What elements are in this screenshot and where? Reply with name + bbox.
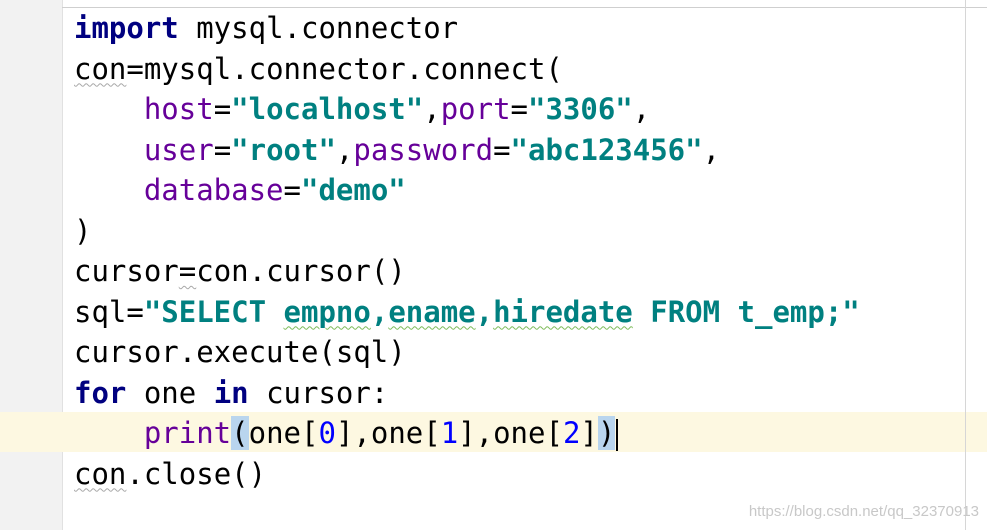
equals: = <box>283 173 301 207</box>
paren-match-close: ) <box>597 416 616 450</box>
sql-comma: , <box>370 294 389 329</box>
equals: = <box>213 92 232 126</box>
string-localhost: "localhost" <box>231 92 424 126</box>
param-port: port <box>440 92 511 126</box>
arg-part: ],one[ <box>335 416 441 450</box>
equals: = <box>178 254 197 288</box>
module-name: mysql.connector <box>178 11 459 45</box>
code-line-12[interactable]: con.close() <box>74 454 860 495</box>
param-host: host <box>143 92 214 126</box>
code-line-7[interactable]: cursor=con.cursor() <box>74 251 860 292</box>
keyword-in: in <box>213 375 249 410</box>
var-sql: sql= <box>74 294 144 329</box>
var-con: con <box>74 456 127 491</box>
text-caret <box>616 419 619 451</box>
close-call: .close() <box>126 456 267 491</box>
comma: , <box>335 132 354 167</box>
code-line-4[interactable]: user="root",password="abc123456", <box>74 130 860 171</box>
index-1: 1 <box>440 416 459 450</box>
keyword-import: import <box>74 11 179 45</box>
equals: = <box>510 92 528 126</box>
code-line-3[interactable]: host="localhost",port="3306", <box>74 89 860 130</box>
code-line-2[interactable]: con=mysql.connector.connect( <box>74 49 860 90</box>
var-cursor: cursor <box>74 254 179 288</box>
var-con: con <box>74 51 127 86</box>
string-demo: "demo" <box>301 173 406 207</box>
loop-var: one <box>126 375 214 410</box>
arg-part: one[ <box>248 416 319 450</box>
code-line-6[interactable]: ) <box>74 211 860 252</box>
keyword-for: for <box>74 375 127 410</box>
cursor-call: con.cursor() <box>196 254 406 288</box>
index-0: 0 <box>318 416 336 450</box>
string-root: "root" <box>231 132 336 167</box>
code-area[interactable]: import mysql.connector con=mysql.connect… <box>74 8 860 494</box>
param-user: user <box>143 132 214 167</box>
paren-match-open: ( <box>231 416 249 450</box>
builtin-print: print <box>143 416 232 450</box>
sql-string-start: "SELECT <box>143 294 284 329</box>
sql-string-end: FROM t_emp;" <box>632 294 860 329</box>
arg-part: ] <box>580 416 598 450</box>
param-database: database <box>143 173 284 207</box>
execute-call: cursor.execute(sql) <box>74 335 406 369</box>
sql-word-hiredate: hiredate <box>493 294 633 329</box>
code-editor[interactable]: import mysql.connector con=mysql.connect… <box>0 0 987 530</box>
comma: , <box>423 92 441 126</box>
connect-call: =mysql.connector.connect( <box>126 51 563 86</box>
code-line-1[interactable]: import mysql.connector <box>74 8 860 49</box>
comma: , <box>702 132 721 167</box>
param-password: password <box>353 132 494 167</box>
code-line-9[interactable]: cursor.execute(sql) <box>74 332 860 373</box>
watermark-text: https://blog.csdn.net/qq_32370913 <box>748 503 979 520</box>
loop-iterable: cursor: <box>248 375 389 410</box>
code-line-5[interactable]: database="demo" <box>74 170 860 211</box>
sql-word-ename: ename <box>388 294 476 329</box>
sql-comma: , <box>475 294 494 329</box>
code-line-11[interactable]: print(one[0],one[1],one[2]) <box>74 413 860 454</box>
arg-part: ],one[ <box>458 416 563 450</box>
string-password: "abc123456" <box>510 132 703 167</box>
string-port: "3306" <box>528 92 633 126</box>
index-2: 2 <box>562 416 581 450</box>
sql-word-empno: empno <box>283 294 371 329</box>
equals: = <box>493 132 511 167</box>
comma: , <box>632 92 651 126</box>
right-margin-guide <box>965 0 966 530</box>
close-paren: ) <box>74 213 92 248</box>
code-line-10[interactable]: for one in cursor: <box>74 373 860 414</box>
code-line-8[interactable]: sql="SELECT empno,ename,hiredate FROM t_… <box>74 292 860 333</box>
equals: = <box>213 132 232 167</box>
